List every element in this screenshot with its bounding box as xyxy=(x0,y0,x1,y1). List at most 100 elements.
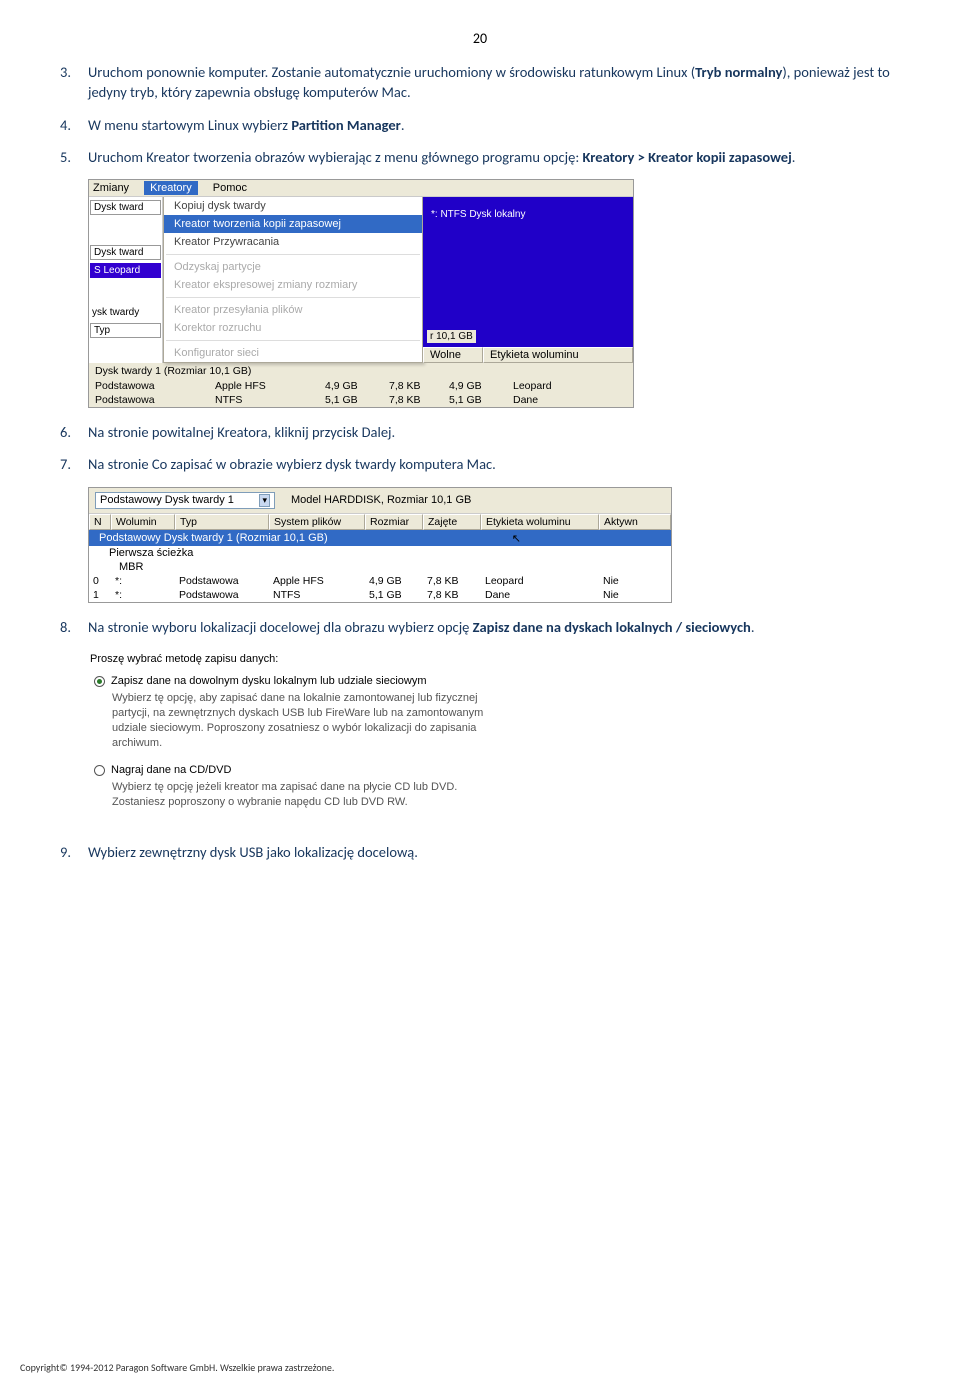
cell: Podstawowa xyxy=(89,379,209,393)
cell: *: xyxy=(111,588,175,602)
disk-map-label: *: NTFS Dysk lokalny xyxy=(431,209,525,220)
cell: Apple HFS xyxy=(209,379,319,393)
mi-korektor[interactable]: Korektor rozruchu xyxy=(164,319,422,337)
typ-header: Typ xyxy=(90,323,161,338)
table-row[interactable]: Podstawowa Apple HFS 4,9 GB 7,8 KB 4,9 G… xyxy=(89,379,633,393)
cell: Nie xyxy=(599,574,671,588)
cursor-icon: ↖ xyxy=(512,532,521,545)
step-6-text: Na stronie powitalnej Kreatora, kliknij … xyxy=(88,423,395,441)
menubar: Zmiany Kreatory Pomoc xyxy=(89,180,633,197)
step-4-bold: Partition Manager xyxy=(291,116,401,134)
cell: 0 xyxy=(89,574,111,588)
menu-zmiany[interactable]: Zmiany xyxy=(93,182,129,194)
step-3-bold: Tryb normalny xyxy=(695,63,782,81)
step-8: 8. Na stronie wyboru lokalizacji docelow… xyxy=(60,617,900,637)
mi-kreator-kopii[interactable]: Kreator tworzenia kopii zapasowej xyxy=(164,215,422,233)
mi-przywracania[interactable]: Kreator Przywracania xyxy=(164,233,422,251)
step-9-text: Wybierz zewnętrzny dysk USB jako lokaliz… xyxy=(88,843,418,861)
col-rozmiar: Rozmiar xyxy=(365,514,423,530)
step-7-text: Na stronie Co zapisać w obrazie wybierz … xyxy=(88,455,496,473)
cell: 5,1 GB xyxy=(365,588,423,602)
mi-kopiuj[interactable]: Kopiuj dysk twardy xyxy=(164,197,422,215)
cell: NTFS xyxy=(209,393,319,407)
option-cddvd-desc: Wybierz tę opcję jeżeli kreator ma zapis… xyxy=(112,780,506,810)
cell: 5,1 GB xyxy=(319,393,383,407)
step-8-bold: Zapisz dane na dyskach lokalnych / sieci… xyxy=(473,618,751,636)
table-header: N Wolumin Typ System plików Rozmiar Zaję… xyxy=(89,514,671,530)
disk-map: *: NTFS Dysk lokalny ↖ r 10,1 GB Wolne E… xyxy=(423,197,633,363)
save-heading: Proszę wybrać metodę zapisu danych: xyxy=(90,653,506,665)
disk-select[interactable]: Podstawowy Dysk twardy 1 ▾ xyxy=(95,492,275,509)
cell: 4,9 GB xyxy=(443,379,507,393)
cell: 4,9 GB xyxy=(365,574,423,588)
step-4-text-b: . xyxy=(401,116,405,134)
table-row[interactable]: 1 *: Podstawowa NTFS 5,1 GB 7,8 KB Dane … xyxy=(89,588,671,602)
page-number: 20 xyxy=(60,30,900,47)
cell: 7,8 KB xyxy=(383,393,443,407)
hdr-etykieta: Etykieta woluminu xyxy=(483,347,633,363)
cell: 7,8 KB xyxy=(423,588,481,602)
cell: Podstawowa xyxy=(175,588,269,602)
radio-checked-icon[interactable] xyxy=(94,676,105,687)
disk-select-value: Podstawowy Dysk twardy 1 xyxy=(100,494,234,506)
option-cddvd-label: Nagraj dane na CD/DVD xyxy=(111,764,231,776)
step-4: 4. W menu startowym Linux wybierz Partit… xyxy=(60,115,900,135)
step-5-bold: Kreatory > Kreator kopii zapasowej xyxy=(583,148,792,166)
cell: *: xyxy=(111,574,175,588)
sub-row: MBR xyxy=(89,560,671,574)
cell: Dane xyxy=(481,588,599,602)
menu-pomoc[interactable]: Pomoc xyxy=(213,182,247,194)
model-label: Model HARDDISK, Rozmiar 10,1 GB xyxy=(291,494,471,506)
col-aktywn: Aktywn xyxy=(599,514,671,530)
dropdown-menu: Kopiuj dysk twardy Kreator tworzenia kop… xyxy=(163,197,423,363)
cell: NTFS xyxy=(269,588,365,602)
mi-konfig[interactable]: Konfigurator sieci xyxy=(164,344,422,362)
step-5-text-b: . xyxy=(792,148,796,166)
table-row[interactable]: Podstawowa NTFS 5,1 GB 7,8 KB 5,1 GB Dan… xyxy=(89,393,633,407)
col-etykieta: Etykieta woluminu xyxy=(481,514,599,530)
step-8-text-a: Na stronie wyboru lokalizacji docelowej … xyxy=(88,618,473,636)
footer-copyright: Copyright© 1994-2012 Paragon Software Gm… xyxy=(20,1361,334,1374)
mi-przesyl[interactable]: Kreator przesyłania plików xyxy=(164,301,422,319)
table-row[interactable]: 0 *: Podstawowa Apple HFS 4,9 GB 7,8 KB … xyxy=(89,574,671,588)
step-3-text-a: Uruchom ponownie komputer. Zostanie auto… xyxy=(88,63,695,81)
step-3: 3. Uruchom ponownie komputer. Zostanie a… xyxy=(60,62,900,103)
col-n: N xyxy=(89,514,111,530)
hdr-wolne: Wolne xyxy=(423,347,483,363)
ysk-label: ysk twardy xyxy=(89,305,162,320)
col-zajete: Zajęte xyxy=(423,514,481,530)
menu-kreatory[interactable]: Kreatory xyxy=(144,181,198,195)
screenshot-disk-select: Podstawowy Dysk twardy 1 ▾ Model HARDDIS… xyxy=(88,487,900,603)
option-cddvd[interactable]: Nagraj dane na CD/DVD xyxy=(90,764,506,776)
cell: Nie xyxy=(599,588,671,602)
mi-odzyskaj[interactable]: Odzyskaj partycje xyxy=(164,258,422,276)
screenshot-menu: Zmiany Kreatory Pomoc Dysk tward Dysk tw… xyxy=(88,179,900,408)
disk-table-title: Dysk twardy 1 (Rozmiar 10,1 GB) xyxy=(89,363,633,379)
step-9: 9. Wybierz zewnętrzny dysk USB jako loka… xyxy=(60,842,900,862)
cell: Leopard xyxy=(507,379,633,393)
option-local-label: Zapisz dane na dowolnym dysku lokalnym l… xyxy=(111,675,426,687)
disk-row-label: Podstawowy Dysk twardy 1 (Rozmiar 10,1 G… xyxy=(99,532,328,544)
mi-ekspres[interactable]: Kreator ekspresowej zmiany rozmiary xyxy=(164,276,422,294)
cell: 4,9 GB xyxy=(319,379,383,393)
step-5-text-a: Uruchom Kreator tworzenia obrazów wybier… xyxy=(88,148,583,166)
cell: 5,1 GB xyxy=(443,393,507,407)
cell: Podstawowa xyxy=(175,574,269,588)
col-system: System plików xyxy=(269,514,365,530)
cell: Apple HFS xyxy=(269,574,365,588)
step-5: 5. Uruchom Kreator tworzenia obrazów wyb… xyxy=(60,147,900,167)
disk-tab-1[interactable]: Dysk tward xyxy=(90,200,161,215)
step-8-text-b: . xyxy=(751,618,755,636)
step-7: 7. Na stronie Co zapisać w obrazie wybie… xyxy=(60,454,900,474)
step-4-text-a: W menu startowym Linux wybierz xyxy=(88,116,291,134)
radio-unchecked-icon[interactable] xyxy=(94,765,105,776)
cell: Podstawowa xyxy=(89,393,209,407)
disk-tab-leopard[interactable]: S Leopard xyxy=(90,263,161,278)
cell: 7,8 KB xyxy=(423,574,481,588)
step-6: 6. Na stronie powitalnej Kreatora, klikn… xyxy=(60,422,900,442)
option-local[interactable]: Zapisz dane na dowolnym dysku lokalnym l… xyxy=(90,675,506,687)
sub-row: Pierwsza ścieżka xyxy=(89,546,671,560)
disk-tab-2[interactable]: Dysk tward xyxy=(90,245,161,260)
left-panel: Dysk tward Dysk tward S Leopard ysk twar… xyxy=(89,197,163,363)
disk-row-selected[interactable]: Podstawowy Dysk twardy 1 (Rozmiar 10,1 G… xyxy=(89,530,671,546)
